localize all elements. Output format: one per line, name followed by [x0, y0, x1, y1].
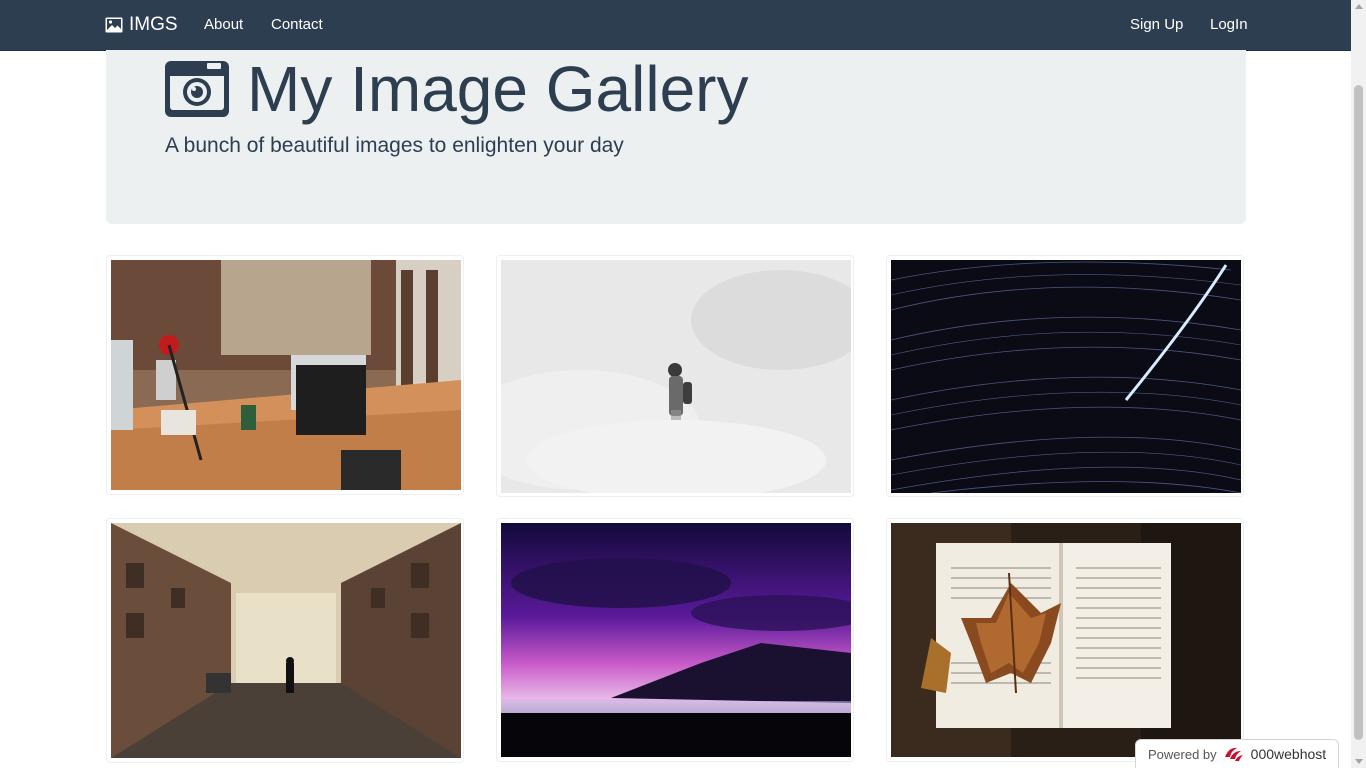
nav-link-signup[interactable]: Sign Up	[1130, 0, 1183, 50]
gallery-image-office	[111, 260, 461, 490]
camera-icon	[165, 61, 229, 117]
gallery-card-purple-sky[interactable]	[496, 518, 854, 762]
nav-link-contact[interactable]: Contact	[271, 0, 323, 50]
gallery-card-book[interactable]	[886, 518, 1244, 762]
brand-label: IMGS	[129, 14, 178, 35]
nav-link-about[interactable]: About	[204, 0, 243, 50]
gallery-card-stars[interactable]	[886, 255, 1244, 497]
scroll-up-arrow[interactable]	[1355, 4, 1363, 9]
page-scrollbar[interactable]	[1351, 0, 1366, 768]
hero-jumbotron: My Image Gallery A bunch of beautiful im…	[106, 50, 1246, 224]
nav-link-login[interactable]: LogIn	[1210, 0, 1248, 50]
brand-link[interactable]: IMGS	[105, 0, 178, 50]
gallery-image-purple-sky	[501, 523, 851, 757]
powered-by-label: Powered by	[1148, 746, 1217, 762]
gallery-image-street	[111, 523, 461, 758]
webhost-logo-icon	[1224, 747, 1243, 761]
gallery-card-office[interactable]	[106, 255, 464, 495]
page-title: My Image Gallery	[165, 54, 748, 124]
powered-by-brand: 000webhost	[1250, 746, 1327, 762]
page-title-text: My Image Gallery	[247, 53, 749, 125]
page-subtitle: A bunch of beautiful images to enlighten…	[165, 134, 624, 157]
gallery-image-book	[891, 523, 1241, 757]
gallery-card-fog[interactable]	[496, 255, 854, 497]
gallery-card-street[interactable]	[106, 518, 464, 763]
image-icon	[105, 17, 123, 33]
navbar: IMGS About Contact Sign Up LogIn	[0, 0, 1351, 51]
powered-by-badge[interactable]: Powered by 000webhost	[1135, 739, 1339, 768]
gallery-image-stars	[891, 260, 1241, 493]
scrollbar-thumb[interactable]	[1354, 85, 1363, 740]
scroll-down-arrow[interactable]	[1355, 759, 1363, 764]
gallery-image-fog	[501, 260, 851, 493]
